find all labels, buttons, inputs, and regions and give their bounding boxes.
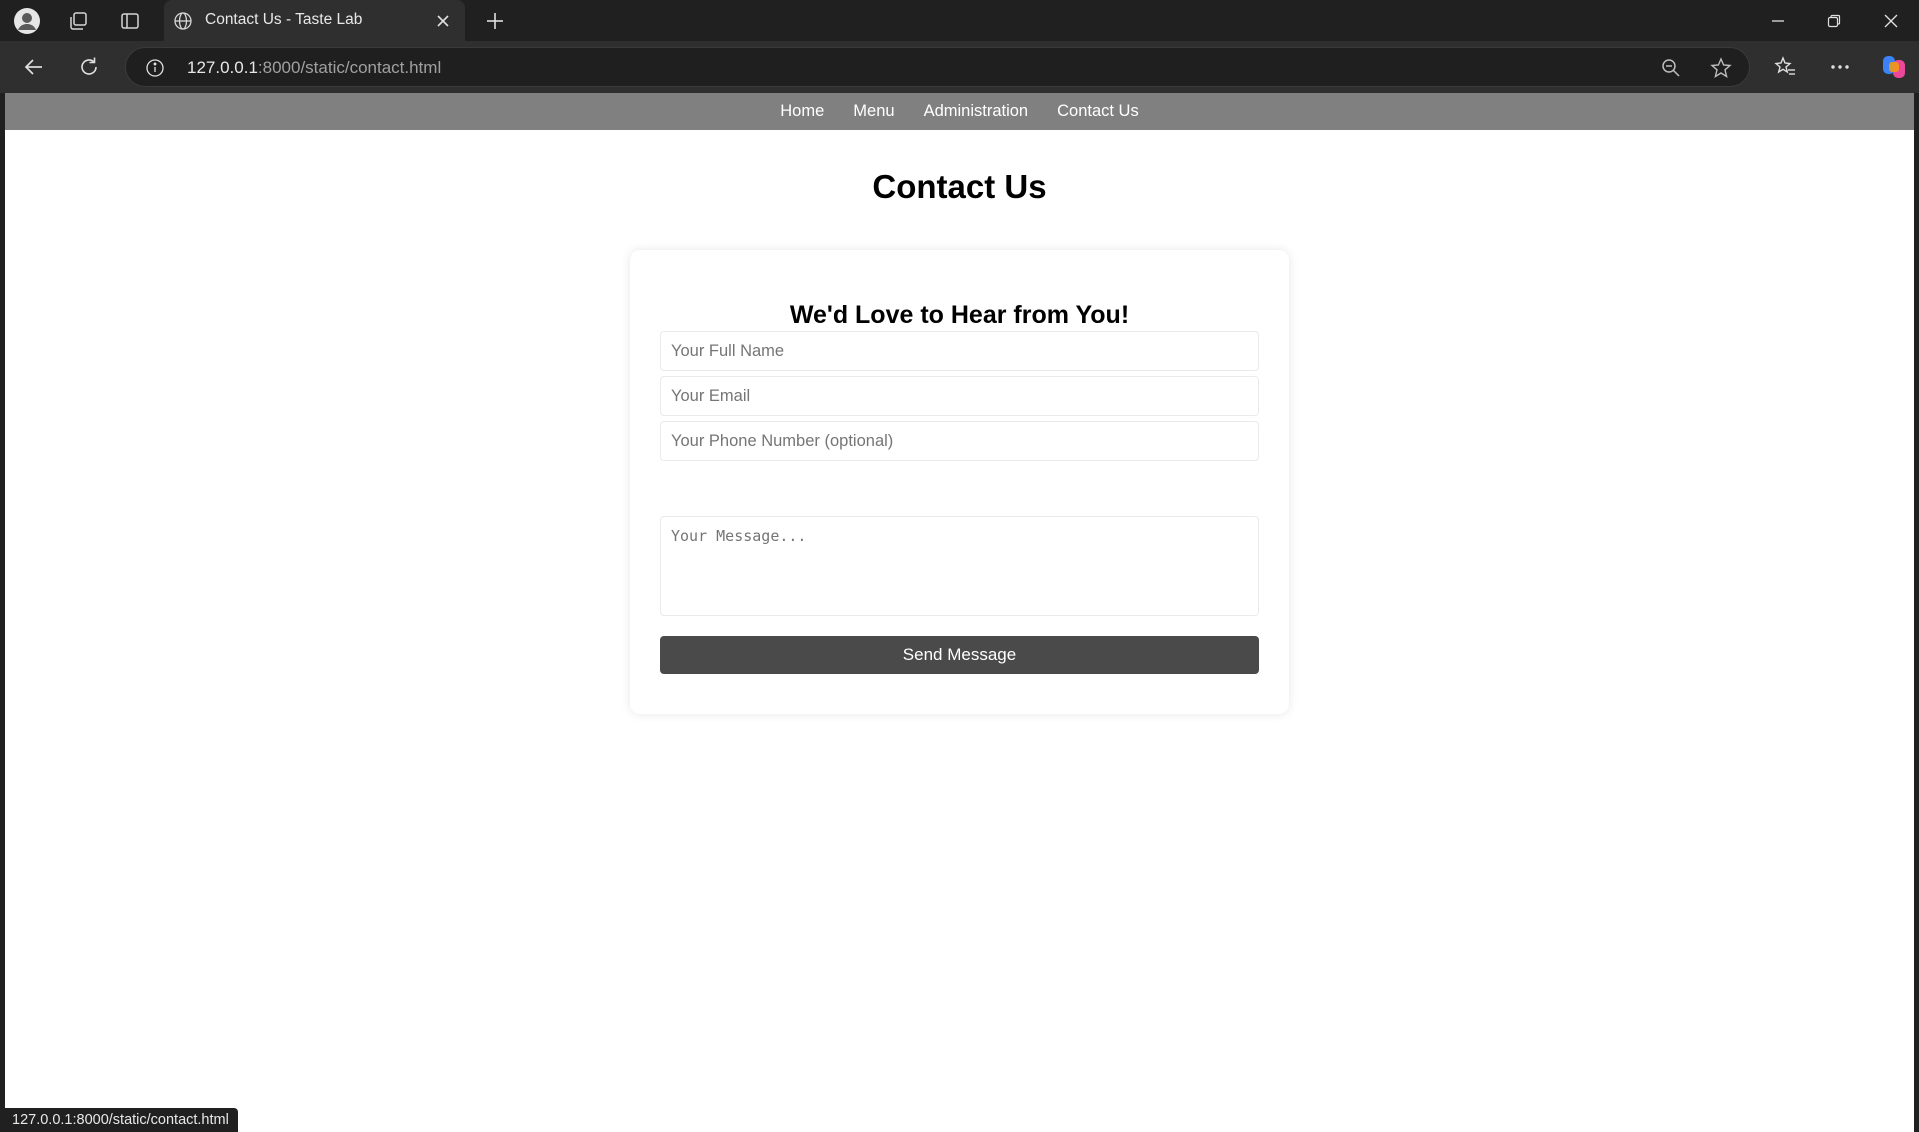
close-window-icon[interactable] (1876, 6, 1906, 36)
minimize-icon[interactable] (1763, 6, 1793, 36)
vertical-tabs-icon[interactable] (115, 6, 145, 36)
form-heading: We'd Love to Hear from You! (789, 301, 1130, 329)
globe-icon (172, 10, 194, 32)
nav-menu-link[interactable]: Menu (853, 102, 894, 121)
reload-icon[interactable] (74, 52, 104, 82)
favorite-star-icon[interactable] (1709, 56, 1733, 80)
profile-icon[interactable] (12, 6, 42, 36)
browser-toolbar: 127.0.0.1:8000/static/contact.html (0, 41, 1919, 93)
url-path: :8000/static/contact.html (257, 58, 442, 77)
status-bar-url: 127.0.0.1:8000/static/contact.html (5, 1108, 238, 1132)
contact-form-card: We'd Love to Hear from You! Send Message (630, 250, 1289, 714)
restore-icon[interactable] (1819, 6, 1849, 36)
full-name-input[interactable] (660, 331, 1259, 371)
browser-tab-strip: Contact Us - Taste Lab (0, 0, 1919, 41)
copilot-icon[interactable] (1878, 51, 1910, 83)
page-viewport: Home Menu Administration Contact Us Cont… (5, 93, 1914, 1132)
nav-administration-link[interactable]: Administration (924, 102, 1029, 121)
favorites-icon[interactable] (1770, 52, 1800, 82)
url-host: 127.0.0.1 (187, 58, 258, 77)
nav-contact-us-link[interactable]: Contact Us (1057, 102, 1139, 121)
email-input[interactable] (660, 376, 1259, 416)
address-bar[interactable]: 127.0.0.1:8000/static/contact.html (125, 47, 1750, 87)
tab-contact-us[interactable]: Contact Us - Taste Lab (164, 0, 465, 41)
send-message-button[interactable]: Send Message (660, 636, 1259, 674)
site-info-icon[interactable] (144, 57, 166, 79)
tab-title: Contact Us - Taste Lab (205, 11, 363, 28)
close-tab-icon[interactable] (432, 10, 454, 32)
site-navbar: Home Menu Administration Contact Us (5, 93, 1914, 130)
new-tab-icon[interactable] (480, 6, 510, 36)
workspaces-icon[interactable] (63, 6, 93, 36)
url-text[interactable]: 127.0.0.1:8000/static/contact.html (187, 58, 441, 78)
back-icon[interactable] (19, 52, 49, 82)
zoom-out-icon[interactable] (1659, 56, 1683, 80)
nav-home-link[interactable]: Home (780, 102, 824, 121)
more-options-icon[interactable] (1825, 52, 1855, 82)
phone-input[interactable] (660, 421, 1259, 461)
page-title: Contact Us (872, 168, 1047, 205)
message-textarea[interactable] (660, 516, 1259, 616)
